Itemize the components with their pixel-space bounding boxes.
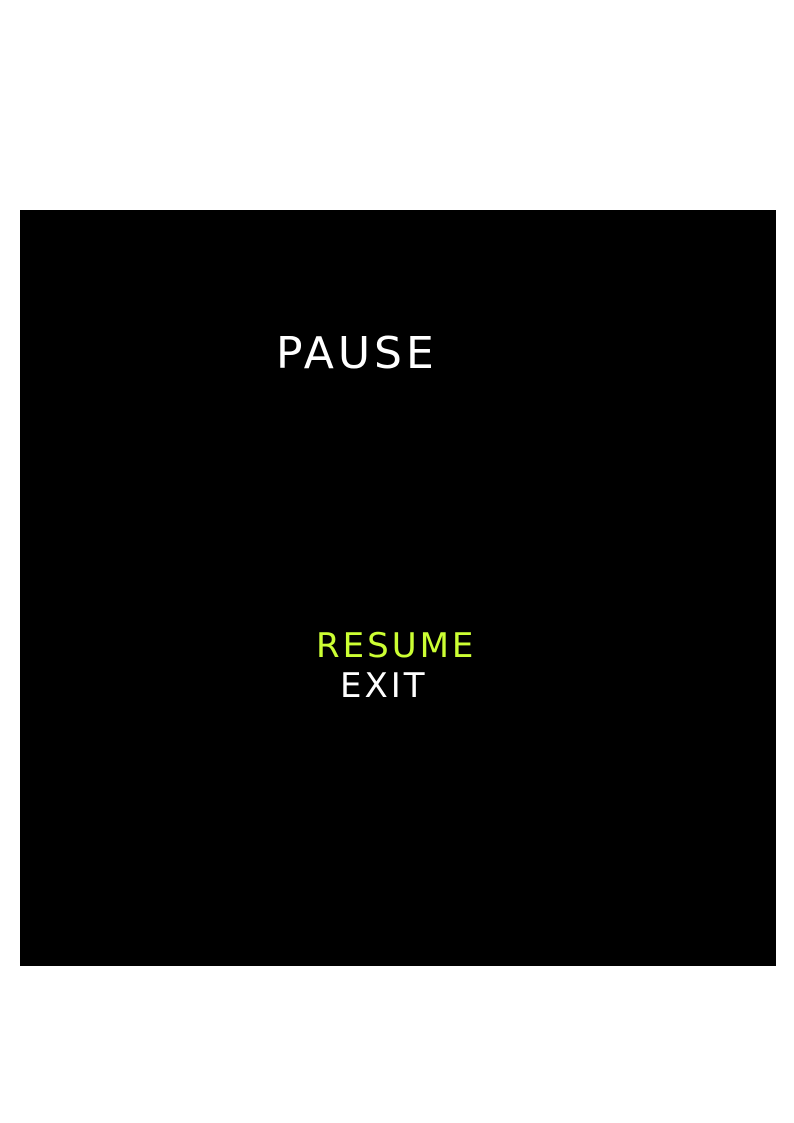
- pause-menu: RESUME EXIT: [20, 626, 776, 706]
- game-screen: PAUSE RESUME EXIT: [20, 210, 776, 966]
- pause-title: PAUSE: [276, 328, 438, 379]
- exit-menu-item[interactable]: EXIT: [20, 666, 776, 706]
- resume-menu-item[interactable]: RESUME: [20, 626, 776, 666]
